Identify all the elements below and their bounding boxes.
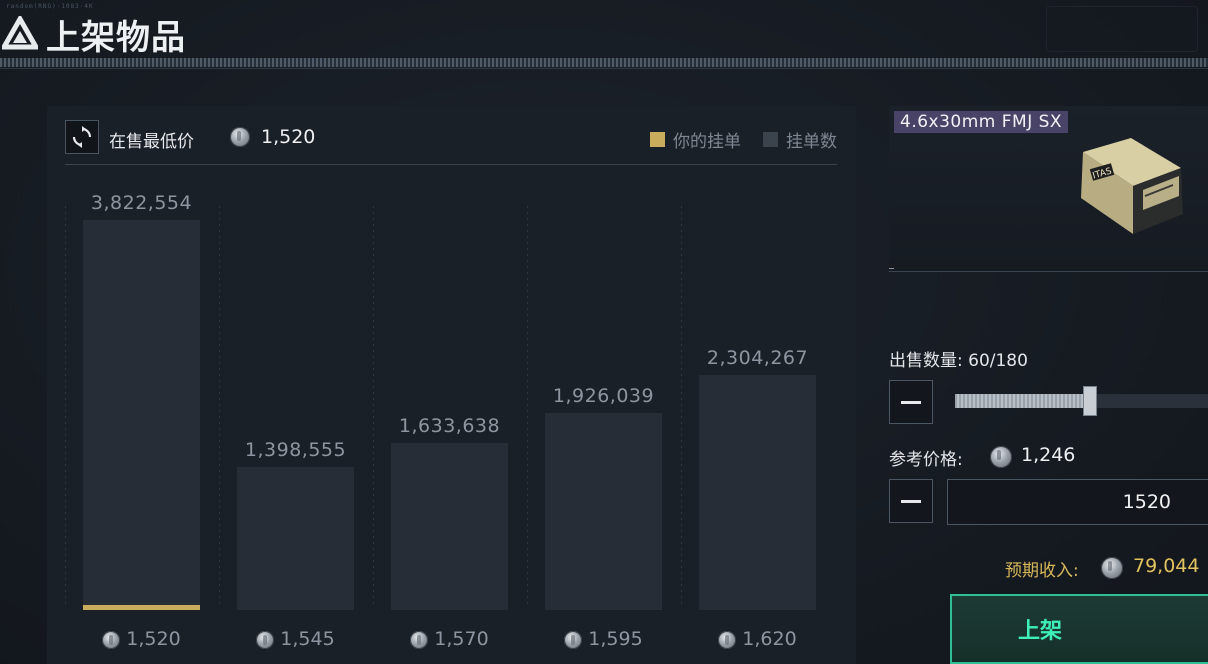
price-distribution-panel: 在售最低价 1,520 你的挂单 挂单数 3,822,554 1,520 1,398… [47,106,856,664]
quantity-slider[interactable] [955,386,1208,416]
bar-price-label: 1,595 [588,628,643,650]
coin-icon [102,630,121,649]
coin-icon [230,127,250,147]
price-decrease-button[interactable] [889,479,933,523]
your-listing-marker [83,605,200,610]
coin-icon [718,630,737,649]
header-decoration [1046,6,1198,52]
bar-price: 1,620 [688,628,828,650]
bar-count-label: 1,926,039 [552,385,655,407]
bar-price: 1,570 [380,628,520,650]
bar-price-label: 1,545 [280,628,335,650]
bar-count-label: 1,633,638 [398,415,501,437]
legend-yours-swatch [650,132,665,147]
lowest-price-value: 1,520 [261,126,316,148]
quantity-decrease-button[interactable] [889,380,933,424]
coin-icon [990,446,1012,468]
chart-bar[interactable] [237,467,354,610]
quantity-slider-fill [955,394,1083,408]
price-input[interactable]: 1520 [947,479,1208,525]
minus-icon [901,499,921,503]
bar-count-label: 3,822,554 [90,192,193,214]
bar-count-label: 2,304,267 [706,347,809,369]
chart-bar[interactable] [83,220,200,610]
header-divider-line [0,68,1208,69]
bar-price: 1,595 [534,628,674,650]
chart-header: 在售最低价 1,520 你的挂单 挂单数 [65,118,837,165]
chart-bar[interactable] [545,413,662,610]
refresh-button[interactable] [65,120,99,154]
reference-price-label: 参考价格: [889,450,963,470]
item-name: 4.6x30mm FMJ SX [894,111,1069,133]
coin-icon [1101,557,1123,579]
bar-price-label: 1,570 [434,628,489,650]
bar-price-label: 1,620 [742,628,797,650]
legend-count-label: 挂单数 [786,132,837,152]
logo-icon [2,16,38,50]
bar-count-label: 1,398,555 [244,439,347,461]
chart-gridline [681,206,682,606]
page-title: 上架物品 [46,18,186,58]
chart-gridline [65,206,66,606]
reference-price-value: 1,246 [1021,444,1076,466]
chart-gridline [219,206,220,606]
header-tiny-text: random(RNG)·1083·4K [6,3,94,10]
item-divider [889,268,894,269]
refresh-icon [72,126,92,148]
coin-icon [410,630,429,649]
chart-bar[interactable] [391,443,508,610]
sell-quantity-label: 出售数量: 60/180 [889,351,1028,371]
header-divider [0,58,1208,67]
legend-count-swatch [763,132,778,147]
bar-price: 1,520 [72,628,212,650]
lowest-price-label: 在售最低价 [109,132,194,152]
quantity-slider-handle[interactable] [1083,386,1097,416]
legend-yours-label: 你的挂单 [673,132,741,152]
bar-price-label: 1,520 [126,628,181,650]
chart-legend: 你的挂单 挂单数 [650,127,837,152]
minus-icon [901,400,921,404]
chart-bar[interactable] [699,375,816,610]
bar-price: 1,545 [226,628,366,650]
expected-income-value: 79,044 [1133,555,1200,577]
header: random(RNG)·1083·4K 上架物品 [0,0,1208,58]
ammo-box-icon: ITAS [1081,138,1183,234]
list-item-button[interactable]: 上架 [950,594,1208,664]
chart-gridline [373,206,374,606]
coin-icon [564,630,583,649]
coin-icon [256,630,275,649]
expected-income-label: 预期收入: [1005,561,1079,581]
